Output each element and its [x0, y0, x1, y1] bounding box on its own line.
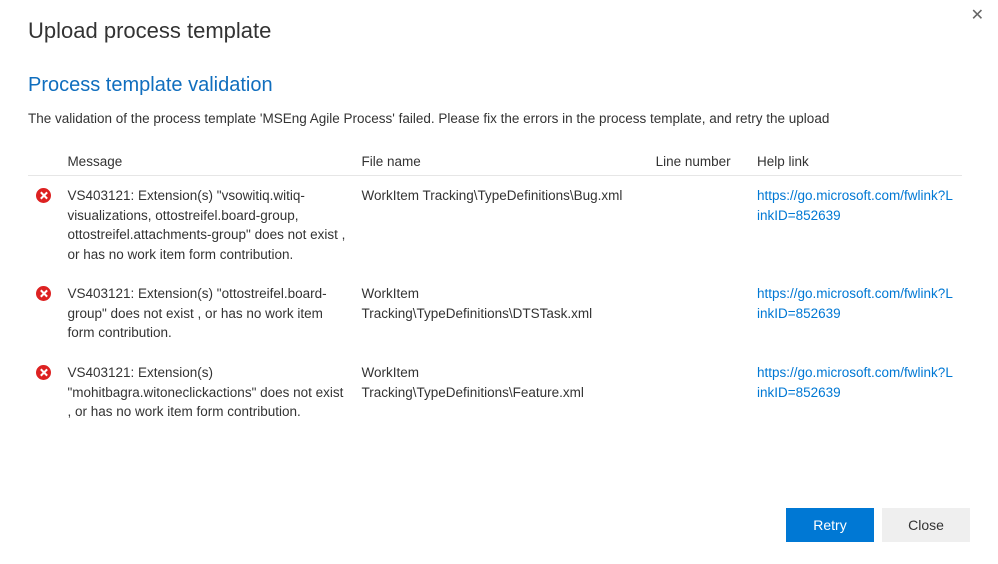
help-link[interactable]: https://go.microsoft.com/fwlink?LinkID=8…	[757, 188, 953, 223]
retry-button[interactable]: Retry	[786, 508, 874, 542]
cell-line	[648, 274, 749, 353]
cell-line	[648, 176, 749, 275]
cell-line	[648, 353, 749, 432]
error-icon	[36, 286, 51, 301]
cell-message: VS403121: Extension(s) "vsowitiq.witiq-v…	[59, 176, 353, 275]
section-title: Process template validation	[28, 74, 962, 97]
content-scroll[interactable]: Process template validation The validati…	[28, 74, 970, 490]
cell-file: WorkItem Tracking\TypeDefinitions\DTSTas…	[354, 274, 648, 353]
table-row: VS403121: Extension(s) "ottostreifel.boa…	[28, 274, 962, 353]
col-header-line: Line number	[648, 148, 749, 176]
error-icon	[36, 365, 51, 380]
validation-errors-table: Message File name Line number Help link …	[28, 148, 962, 432]
help-link[interactable]: https://go.microsoft.com/fwlink?LinkID=8…	[757, 365, 953, 400]
cell-message: VS403121: Extension(s) "mohitbagra.witon…	[59, 353, 353, 432]
validation-description: The validation of the process template '…	[28, 111, 962, 126]
close-button[interactable]: Close	[882, 508, 970, 542]
upload-process-template-dialog: ✕ Upload process template Process templa…	[0, 0, 998, 564]
dialog-button-row: Retry Close	[28, 490, 970, 564]
cell-file: WorkItem Tracking\TypeDefinitions\Bug.xm…	[354, 176, 648, 275]
cell-message: VS403121: Extension(s) "ottostreifel.boa…	[59, 274, 353, 353]
col-header-help: Help link	[749, 148, 962, 176]
table-row: VS403121: Extension(s) "vsowitiq.witiq-v…	[28, 176, 962, 275]
close-icon[interactable]: ✕	[971, 8, 984, 24]
table-row: VS403121: Extension(s) "mohitbagra.witon…	[28, 353, 962, 432]
col-header-file: File name	[354, 148, 648, 176]
dialog-title: Upload process template	[28, 18, 970, 44]
error-icon	[36, 188, 51, 203]
col-header-icon	[28, 148, 59, 176]
cell-file: WorkItem Tracking\TypeDefinitions\Featur…	[354, 353, 648, 432]
help-link[interactable]: https://go.microsoft.com/fwlink?LinkID=8…	[757, 286, 953, 321]
col-header-message: Message	[59, 148, 353, 176]
